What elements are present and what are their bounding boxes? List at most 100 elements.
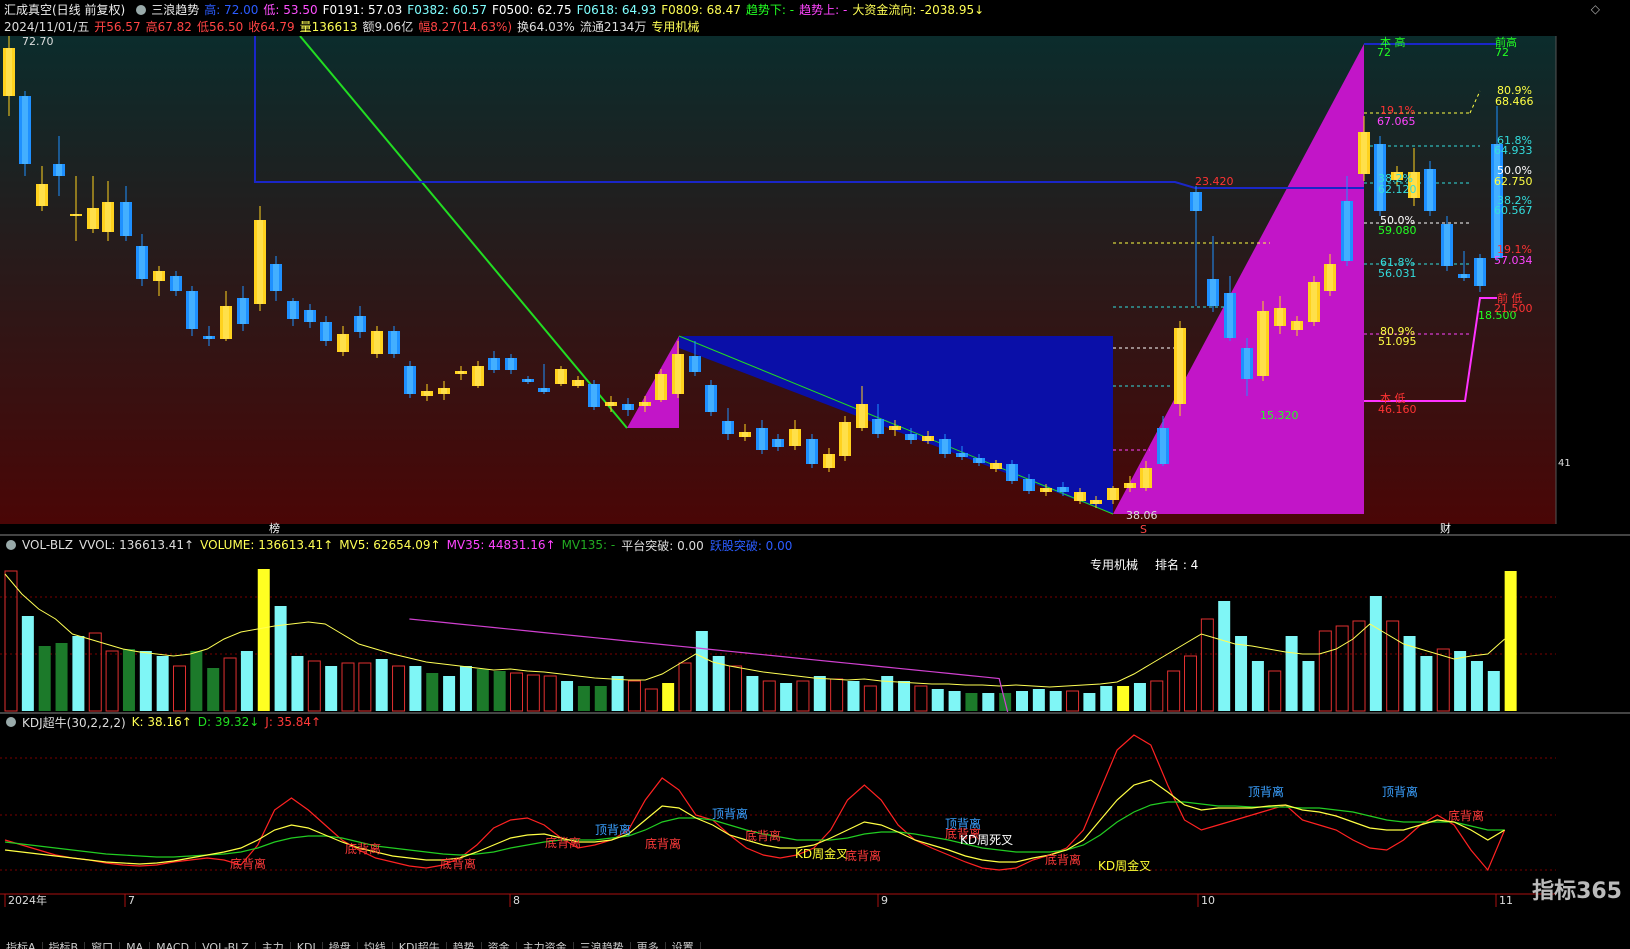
f0809-value: F0809: 68.47 <box>661 2 741 17</box>
kdj-signal-label: 底背离 <box>1045 852 1081 867</box>
kdj-signal-label: 底背离 <box>440 856 476 871</box>
tab-item[interactable]: 操盘 <box>323 942 358 949</box>
vol-volume: VOLUME: 136613.41↑ <box>200 538 334 552</box>
tab-item[interactable]: 更多 <box>631 942 666 949</box>
candle-highlight <box>6 48 12 96</box>
tab-item[interactable]: VOL-BLZ <box>196 942 256 949</box>
volume-bar <box>729 665 743 712</box>
candle-highlight <box>925 436 931 441</box>
candle-highlight <box>809 439 815 464</box>
vol-breakout: 跃股突破: 0.00 <box>709 538 793 553</box>
kdj-j-line <box>4 734 1506 872</box>
kdj-signal-label: 底背离 <box>745 828 781 843</box>
vol-settings-icon[interactable] <box>6 540 16 550</box>
tab-item[interactable]: KDJ超牛 <box>393 942 447 949</box>
candle-highlight <box>508 358 514 370</box>
volume-bar <box>1200 618 1214 712</box>
volume-bar <box>644 688 658 712</box>
candle-highlight <box>458 371 464 374</box>
candle-highlight <box>90 208 96 229</box>
candle-highlight <box>407 366 413 394</box>
candle-highlight <box>1344 201 1350 261</box>
volume-bar <box>863 685 877 712</box>
volume-bar <box>1184 655 1197 712</box>
tab-item[interactable]: 窗口 <box>85 942 121 949</box>
candle-highlight <box>156 271 162 281</box>
volume-bar <box>426 673 439 711</box>
tab-item[interactable]: 设置 <box>666 942 701 949</box>
tab-item[interactable]: KDJ <box>291 942 323 949</box>
volume-bar <box>4 570 18 712</box>
tab-item[interactable]: MACD <box>150 942 197 949</box>
kdj-signal-label: 顶背离 <box>1248 784 1284 799</box>
kdj-signal-label: KD周金叉 <box>1098 858 1151 873</box>
fib-annotation: 46.160 <box>1378 403 1417 416</box>
close-icon[interactable]: ◇ <box>1591 2 1600 16</box>
kdj-signal-label: 底背离 <box>645 836 681 851</box>
tab-item[interactable]: 主力资金 <box>517 942 574 949</box>
volume-chart[interactable] <box>0 554 1556 712</box>
volume-bar <box>476 669 489 711</box>
kdj-signal-label: 顶背离 <box>595 822 631 837</box>
tab-item[interactable]: 资金 <box>482 942 517 949</box>
tab-item[interactable]: MA <box>120 942 151 949</box>
tab-item[interactable]: 趋势 <box>447 942 482 949</box>
fib-annotation: 72 <box>1495 46 1509 59</box>
tab-item[interactable]: 均线 <box>358 942 393 949</box>
indicator-name[interactable]: 三浪趋势 <box>151 1 199 18</box>
kdj-header: KDJ超牛(30,2,2,2) K: 38.16↑ D: 39.32↓ J: 3… <box>0 713 327 731</box>
quote-high: 高67.82 <box>145 20 192 34</box>
volume-bar <box>780 683 793 711</box>
volume-bar <box>1487 671 1500 711</box>
kdj-settings-icon[interactable] <box>6 717 16 727</box>
kdj-signal-label: KD周死叉 <box>960 833 1013 847</box>
kdj-signal-label: 底背离 <box>345 841 381 856</box>
candle-highlight <box>826 454 832 468</box>
volume-bar <box>662 683 675 711</box>
candle-highlight <box>792 429 798 446</box>
candle-highlight <box>993 463 999 469</box>
candle-highlight <box>1427 169 1433 211</box>
candle-highlight <box>1311 282 1317 322</box>
volume-bar <box>914 685 928 712</box>
kdj-signal-label: 底背离 <box>845 848 881 863</box>
volume-bar <box>561 681 574 711</box>
price-chart[interactable]: 本 高72前高7280.9%68.46619.1%67.06561.8%64.9… <box>0 36 1630 536</box>
candle-highlight <box>1160 428 1166 464</box>
quote-change: 幅8.27(14.63%) <box>418 20 513 34</box>
kdj-signal-label: 顶背离 <box>712 806 748 821</box>
vol-name[interactable]: VOL-BLZ <box>22 538 73 552</box>
volume-bar <box>392 665 406 712</box>
tab-item[interactable]: 主力 <box>256 942 291 949</box>
vol-platform: 平台突破: 0.00 <box>621 538 704 553</box>
capital-flow: 大资金流向: -2038.95↓ <box>852 3 985 17</box>
volume-bar <box>948 691 961 711</box>
volume-bar <box>1032 689 1045 711</box>
volume-bar <box>678 662 692 712</box>
candle-highlight <box>1244 348 1250 379</box>
bang-marker: 榜 <box>269 521 280 535</box>
settings-icon[interactable] <box>136 4 147 15</box>
quote-date: 2024/11/01/五 <box>4 20 90 34</box>
candle-highlight <box>1277 308 1283 326</box>
stock-name[interactable]: 汇成真空(日线 前复权) <box>4 1 125 18</box>
tab-item[interactable]: 指标A <box>0 942 43 949</box>
trend-down: 趋势下: - <box>745 3 795 17</box>
volume-bar <box>611 676 624 711</box>
f0382-value: F0382: 60.57 <box>407 2 487 17</box>
cai-marker: 财 <box>1440 521 1451 535</box>
vol-mv35: MV35: 44831.16↑ <box>446 538 556 552</box>
volume-bar <box>1100 686 1113 711</box>
fib-annotation: 56.031 <box>1378 267 1417 280</box>
tab-item[interactable]: 三浪趋势 <box>574 942 631 949</box>
kdj-name[interactable]: KDJ超牛(30,2,2,2) <box>22 714 126 731</box>
candle-highlight <box>323 322 329 341</box>
candle-highlight <box>1009 464 1015 481</box>
kdj-signal-label: 底背离 <box>545 835 581 850</box>
tab-item[interactable]: 指标B <box>43 942 86 949</box>
candle-highlight <box>1327 264 1333 291</box>
volume-bar <box>1454 651 1467 711</box>
candle-highlight <box>73 214 79 216</box>
kdj-chart[interactable]: 底背离底背离底背离底背离顶背离底背离顶背离底背离KD周金叉底背离顶背离底背离KD… <box>0 730 1556 894</box>
volume-bar <box>510 672 523 712</box>
